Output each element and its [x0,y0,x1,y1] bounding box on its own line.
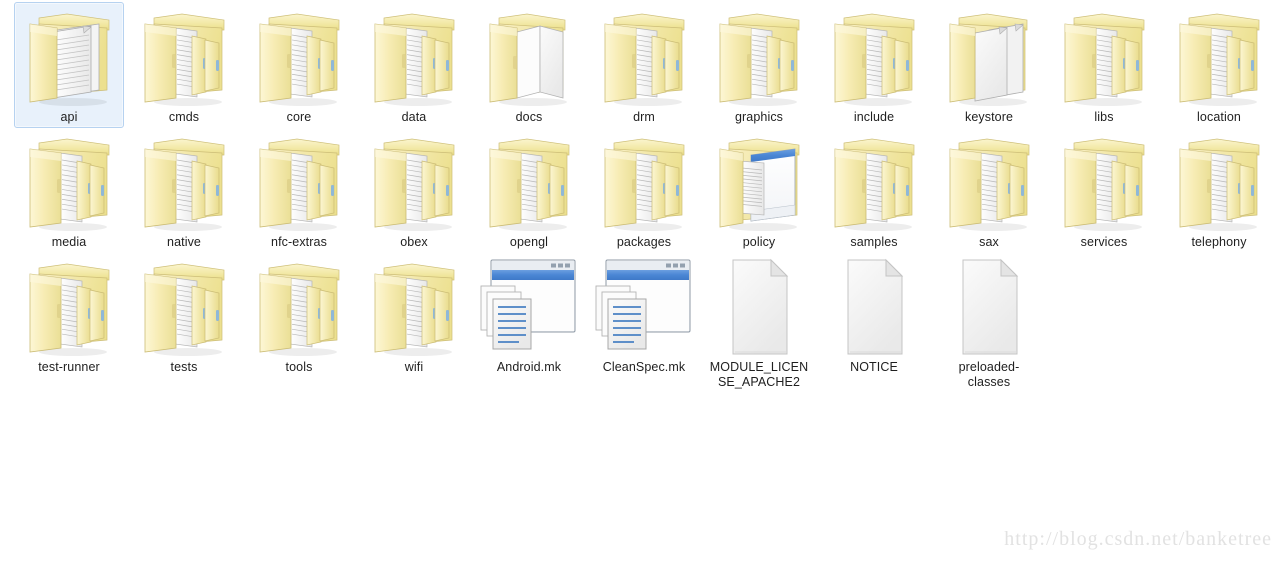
file-item[interactable]: keystore [934,2,1044,128]
file-item-label: preloaded-classes [958,360,1020,389]
file-item-label: native [167,235,201,249]
blank-document-icon [937,256,1041,360]
file-item[interactable]: tools [244,252,354,378]
folder-open-icon [362,6,466,110]
file-item-label: policy [742,235,776,249]
file-item-label: include [853,110,895,124]
folder-open-window-icon [707,131,811,235]
file-item[interactable]: api [14,2,124,128]
icon-grid: api cmds core data docs drm graphics inc… [0,0,1280,420]
watermark-text: http://blog.csdn.net/banketree [1004,528,1272,550]
folder-open-icon [362,256,466,360]
file-item-label: Android.mk [496,360,562,374]
file-item-label: tests [170,360,198,374]
folder-open-icon [17,256,121,360]
file-item[interactable]: sax [934,127,1044,253]
file-item-label: core [286,110,312,124]
file-item[interactable]: obex [359,127,469,253]
folder-open-document-icon [17,6,121,110]
file-item-label: nfc-extras [271,235,327,249]
folder-open-icon [1052,6,1156,110]
file-item[interactable]: test-runner [14,252,124,378]
file-item-label: telephony [1191,235,1247,249]
folder-open-icon [247,131,351,235]
file-item[interactable]: opengl [474,127,584,253]
folder-open-icon [247,256,351,360]
file-item-label: samples [850,235,898,249]
file-item-label: tools [285,360,313,374]
file-item-label: packages [616,235,672,249]
file-item[interactable]: native [129,127,239,253]
file-item[interactable]: include [819,2,929,128]
file-item[interactable]: nfc-extras [244,127,354,253]
file-item-label: docs [515,110,543,124]
folder-open-icon [132,6,236,110]
makefile-window-icon [477,256,581,360]
folder-open-icon [17,131,121,235]
file-item[interactable]: data [359,2,469,128]
folder-open-icon [592,131,696,235]
blank-document-icon [822,256,926,360]
file-item[interactable]: core [244,2,354,128]
file-item[interactable]: NOTICE [819,252,929,378]
file-item-label: libs [1094,110,1114,124]
file-item-label: services [1080,235,1128,249]
explorer-icon-view: { "view": { "background_color": "#ffffff… [0,0,1280,567]
file-item[interactable]: wifi [359,252,469,378]
file-item-label: NOTICE [850,360,898,374]
file-item-label: test-runner [38,360,100,374]
file-item-label: drm [633,110,655,124]
file-item[interactable]: drm [589,2,699,128]
file-item-label: opengl [509,235,549,249]
file-item[interactable]: location [1164,2,1274,128]
folder-open-icon [707,6,811,110]
file-item-label: MODULE_LICENSE_APACHE2 [709,360,809,389]
file-item[interactable]: graphics [704,2,814,128]
folder-open-icon [592,6,696,110]
folder-open-icon [1052,131,1156,235]
file-item[interactable]: Android.mk [474,252,584,378]
file-item-label: obex [400,235,428,249]
file-item-label: media [51,235,87,249]
file-item[interactable]: tests [129,252,239,378]
file-item[interactable]: packages [589,127,699,253]
file-item-label: data [401,110,427,124]
folder-open-icon [362,131,466,235]
folder-open-icon [1167,6,1271,110]
file-item[interactable]: MODULE_LICENSE_APACHE2 [704,252,814,393]
folder-open-two-pages-icon [937,6,1041,110]
file-item-label: sax [979,235,999,249]
file-item-label: keystore [964,110,1014,124]
file-item-label: CleanSpec.mk [602,360,686,374]
file-item[interactable]: CleanSpec.mk [589,252,699,378]
file-item[interactable]: docs [474,2,584,128]
folder-open-icon [822,131,926,235]
file-item-label: cmds [168,110,200,124]
file-item[interactable]: cmds [129,2,239,128]
file-item-label: wifi [404,360,424,374]
folder-open-icon [937,131,1041,235]
folder-open-icon [247,6,351,110]
file-item[interactable]: samples [819,127,929,253]
file-item[interactable]: preloaded-classes [934,252,1044,393]
file-item[interactable]: services [1049,127,1159,253]
file-item-label: api [60,110,78,124]
file-item[interactable]: telephony [1164,127,1274,253]
file-item-label: graphics [734,110,784,124]
file-item[interactable]: policy [704,127,814,253]
folder-open-icon [132,131,236,235]
file-item[interactable]: media [14,127,124,253]
file-item-label: location [1197,110,1241,124]
folder-open-icon [822,6,926,110]
makefile-window-icon [592,256,696,360]
folder-open-icon [477,131,581,235]
file-item[interactable]: libs [1049,2,1159,128]
folder-open-icon [1167,131,1271,235]
blank-document-icon [707,256,811,360]
folder-open-icon [132,256,236,360]
folder-open-blank-pages-icon [477,6,581,110]
